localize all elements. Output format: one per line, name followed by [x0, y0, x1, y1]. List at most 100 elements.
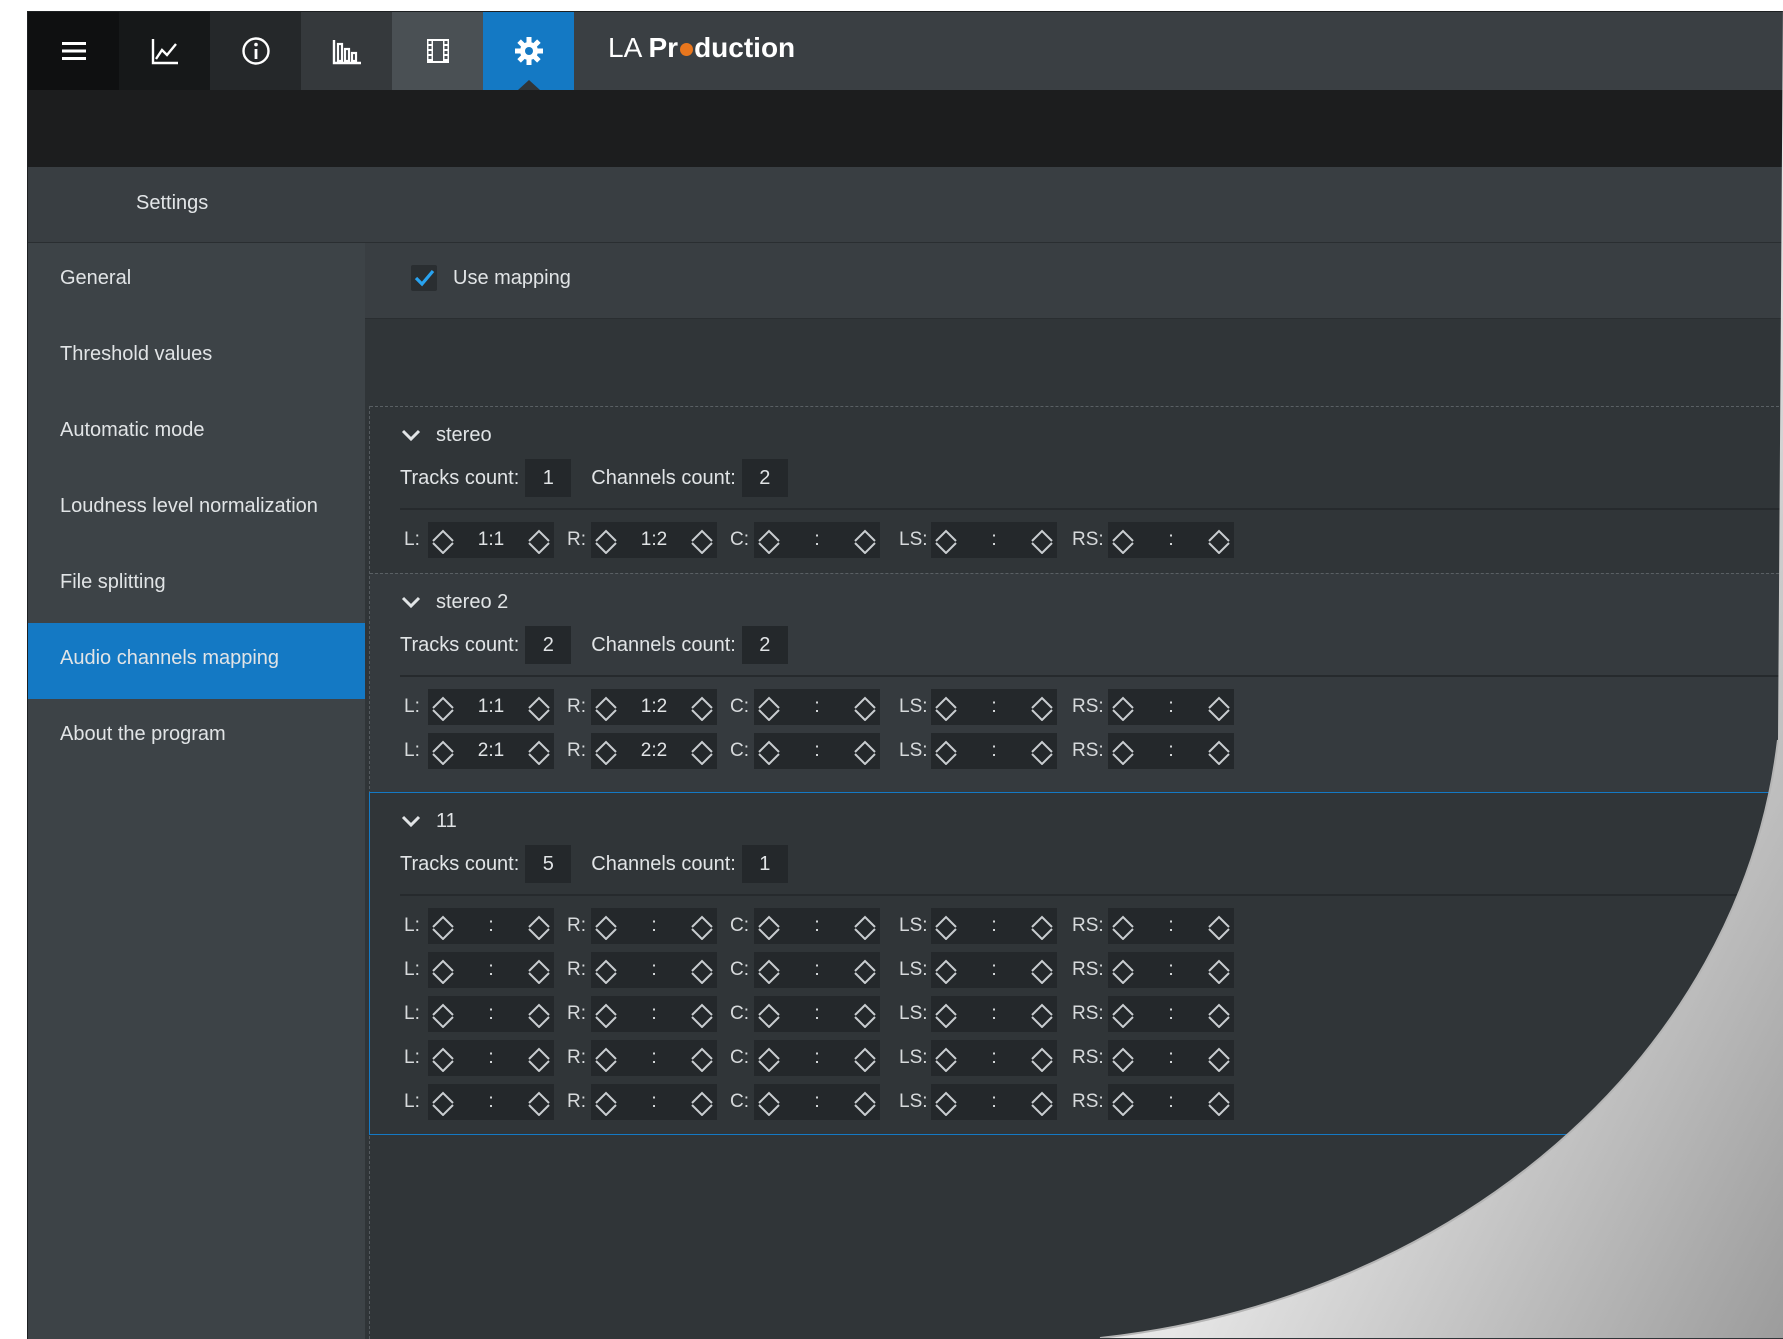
spin-left-icon[interactable] — [755, 1000, 783, 1029]
sidebar-item-audio-channels-mapping[interactable]: Audio channels mapping — [28, 623, 365, 699]
channel-spinbox[interactable]: 2:1 — [428, 733, 554, 769]
channel-spinbox[interactable]: : — [1108, 908, 1234, 944]
channel-spinbox[interactable]: 1:2 — [591, 689, 717, 725]
spin-left-icon[interactable] — [592, 1044, 620, 1073]
spin-right-icon[interactable] — [1028, 1044, 1056, 1073]
spin-left-icon[interactable] — [429, 693, 457, 722]
spin-right-icon[interactable] — [1205, 1088, 1233, 1117]
spin-right-icon[interactable] — [1028, 737, 1056, 766]
spin-right-icon[interactable] — [851, 912, 879, 941]
spin-left-icon[interactable] — [1109, 956, 1137, 985]
channels-count-field[interactable]: 1 — [741, 845, 788, 883]
spin-right-icon[interactable] — [1205, 737, 1233, 766]
channel-spinbox[interactable]: : — [428, 1084, 554, 1120]
channel-spinbox[interactable]: : — [931, 733, 1057, 769]
channel-spinbox[interactable]: 1:2 — [591, 522, 717, 558]
spin-left-icon[interactable] — [932, 1000, 960, 1029]
sidebar-item-general[interactable]: General — [28, 243, 365, 319]
spin-left-icon[interactable] — [755, 912, 783, 941]
spin-left-icon[interactable] — [755, 1088, 783, 1117]
spin-right-icon[interactable] — [1205, 1000, 1233, 1029]
channel-spinbox[interactable]: : — [1108, 733, 1234, 769]
channel-spinbox[interactable]: : — [428, 1040, 554, 1076]
sidebar-item-file-splitting[interactable]: File splitting — [28, 547, 365, 623]
channel-spinbox[interactable]: : — [428, 996, 554, 1032]
spin-left-icon[interactable] — [932, 912, 960, 941]
channel-spinbox[interactable]: : — [931, 908, 1057, 944]
channel-spinbox[interactable]: : — [931, 689, 1057, 725]
channel-spinbox[interactable]: : — [1108, 996, 1234, 1032]
channel-spinbox[interactable]: : — [1108, 952, 1234, 988]
sidebar-item-loudness-level-normalization[interactable]: Loudness level normalization — [28, 471, 365, 547]
spin-left-icon[interactable] — [429, 1044, 457, 1073]
channel-spinbox[interactable]: : — [931, 522, 1057, 558]
spin-left-icon[interactable] — [592, 737, 620, 766]
spin-left-icon[interactable] — [429, 1088, 457, 1117]
spin-left-icon[interactable] — [1109, 526, 1137, 555]
spin-left-icon[interactable] — [932, 737, 960, 766]
spin-right-icon[interactable] — [688, 912, 716, 941]
spin-left-icon[interactable] — [932, 956, 960, 985]
spin-left-icon[interactable] — [592, 912, 620, 941]
channel-spinbox[interactable]: : — [428, 952, 554, 988]
spin-left-icon[interactable] — [755, 693, 783, 722]
spin-left-icon[interactable] — [1109, 912, 1137, 941]
channel-spinbox[interactable]: : — [1108, 522, 1234, 558]
group-header[interactable]: stereo — [400, 421, 492, 449]
channel-spinbox[interactable]: : — [754, 908, 880, 944]
channel-spinbox[interactable]: : — [754, 689, 880, 725]
channel-spinbox[interactable]: : — [591, 1040, 717, 1076]
spin-right-icon[interactable] — [851, 526, 879, 555]
sidebar-item-automatic-mode[interactable]: Automatic mode — [28, 395, 365, 471]
line-chart-button[interactable] — [119, 12, 210, 90]
spin-right-icon[interactable] — [851, 1044, 879, 1073]
channel-spinbox[interactable]: : — [428, 908, 554, 944]
spin-right-icon[interactable] — [1205, 526, 1233, 555]
spin-left-icon[interactable] — [1109, 1088, 1137, 1117]
channel-spinbox[interactable]: : — [754, 733, 880, 769]
spin-right-icon[interactable] — [1205, 693, 1233, 722]
spin-left-icon[interactable] — [429, 737, 457, 766]
spin-left-icon[interactable] — [755, 526, 783, 555]
channel-spinbox[interactable]: : — [591, 908, 717, 944]
spin-left-icon[interactable] — [755, 956, 783, 985]
channel-spinbox[interactable]: : — [931, 1040, 1057, 1076]
channels-count-field[interactable]: 2 — [741, 459, 788, 497]
spin-left-icon[interactable] — [932, 1088, 960, 1117]
spin-right-icon[interactable] — [851, 693, 879, 722]
settings-button[interactable] — [483, 12, 574, 90]
spin-left-icon[interactable] — [1109, 737, 1137, 766]
spin-right-icon[interactable] — [1205, 956, 1233, 985]
channel-spinbox[interactable]: : — [591, 996, 717, 1032]
spin-left-icon[interactable] — [755, 737, 783, 766]
spin-right-icon[interactable] — [688, 693, 716, 722]
channel-spinbox[interactable]: : — [591, 952, 717, 988]
spin-left-icon[interactable] — [429, 912, 457, 941]
spin-right-icon[interactable] — [851, 737, 879, 766]
sidebar-item-threshold-values[interactable]: Threshold values — [28, 319, 365, 395]
spin-right-icon[interactable] — [525, 956, 553, 985]
spin-right-icon[interactable] — [688, 1044, 716, 1073]
spin-left-icon[interactable] — [592, 1000, 620, 1029]
spin-left-icon[interactable] — [592, 956, 620, 985]
spin-right-icon[interactable] — [1028, 1000, 1056, 1029]
spin-left-icon[interactable] — [932, 693, 960, 722]
spin-right-icon[interactable] — [525, 912, 553, 941]
spin-left-icon[interactable] — [592, 526, 620, 555]
spin-right-icon[interactable] — [1028, 526, 1056, 555]
tracks-count-field[interactable]: 5 — [525, 845, 572, 883]
spin-right-icon[interactable] — [525, 526, 553, 555]
channel-spinbox[interactable]: : — [754, 1084, 880, 1120]
spin-right-icon[interactable] — [525, 693, 553, 722]
group-header[interactable]: stereo 2 — [400, 588, 508, 616]
channel-spinbox[interactable]: : — [754, 996, 880, 1032]
spin-left-icon[interactable] — [1109, 693, 1137, 722]
channel-spinbox[interactable]: 2:2 — [591, 733, 717, 769]
spin-left-icon[interactable] — [429, 956, 457, 985]
channel-spinbox[interactable]: : — [754, 952, 880, 988]
tracks-count-field[interactable]: 1 — [525, 459, 572, 497]
tracks-count-field[interactable]: 2 — [525, 626, 572, 664]
spin-left-icon[interactable] — [429, 1000, 457, 1029]
bar-chart-button[interactable] — [301, 12, 392, 90]
channel-spinbox[interactable]: : — [591, 1084, 717, 1120]
